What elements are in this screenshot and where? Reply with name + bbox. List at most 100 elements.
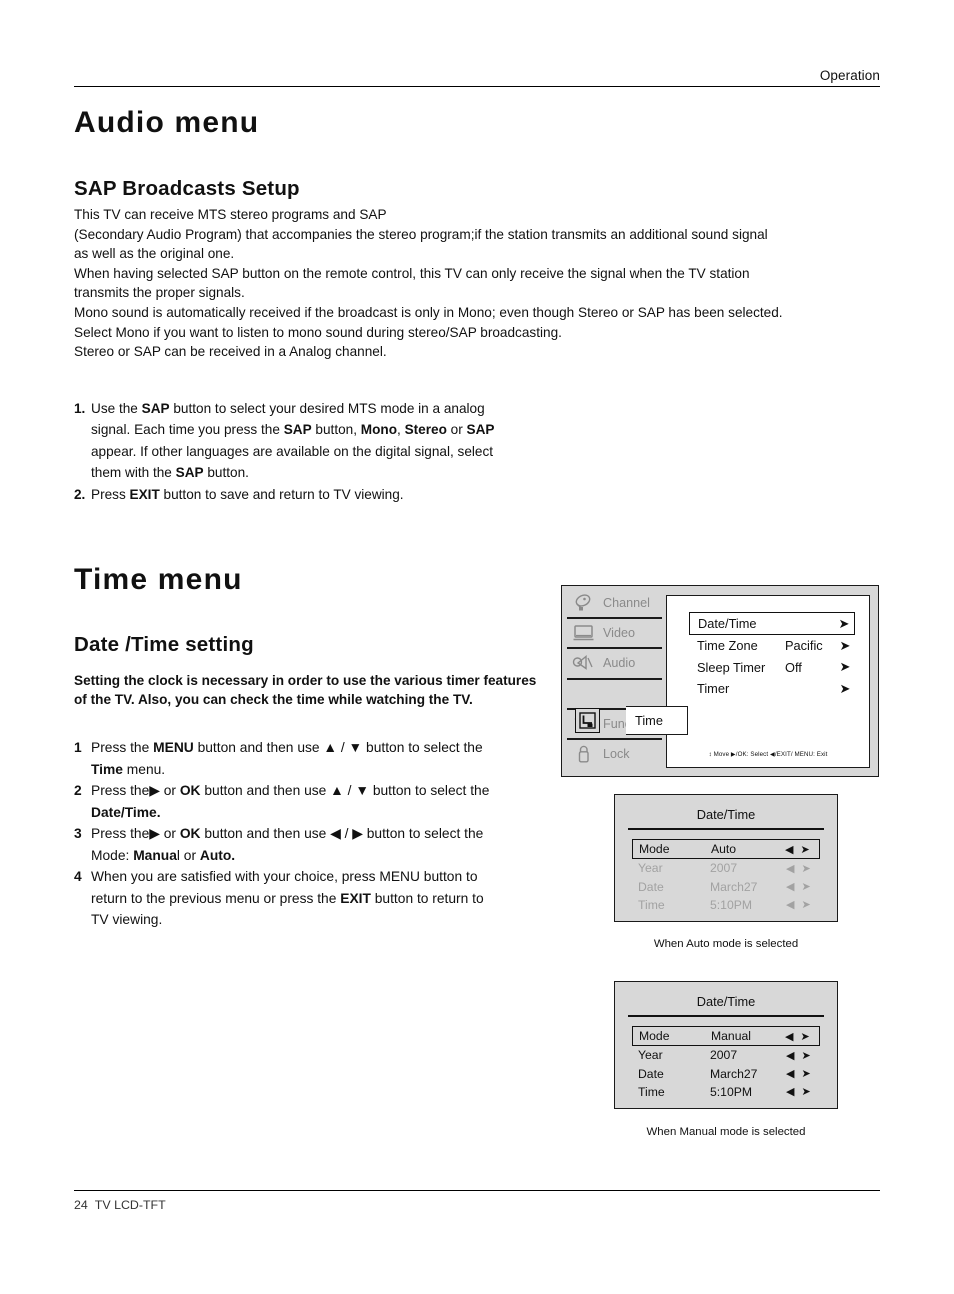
osd-datetime-row-value: 5:10PM: [710, 897, 753, 912]
osd-menu-row[interactable]: Sleep Timer Off ➤: [689, 657, 855, 679]
osd-manual-rows: Mode Manual ◀ ➤ Year 2007 ◀ ➤ Date March27 ◀ ➤ Ti…: [632, 1026, 820, 1101]
sidebar-item-label: Video: [603, 626, 635, 641]
osd-datetime-row-label: Mode: [639, 1029, 670, 1043]
left-right-arrows-icon[interactable]: ◀ ➤: [786, 898, 820, 911]
section-label: Operation: [819, 68, 880, 83]
time-menu-heading: Time menu: [74, 563, 243, 596]
header-divider: [74, 86, 880, 87]
osd-datetime-row-value: Auto: [711, 842, 737, 856]
osd-menu-row-value: Off: [785, 659, 802, 675]
chevron-right-icon: ➤: [839, 637, 851, 653]
step-text: Press the MENU button and then use ▲ / ▼…: [91, 740, 483, 777]
osd-datetime-row-label: Year: [638, 1048, 663, 1063]
page-number: 24: [74, 1198, 88, 1212]
list-item: 2 Press the▶ or OK button and then use ▲ …: [74, 780, 544, 823]
left-right-arrows-icon[interactable]: ◀ ➤: [786, 1085, 820, 1098]
monitor-icon: [571, 623, 597, 643]
audio-menu-heading: Audio menu: [74, 106, 260, 139]
sidebar-item-channel[interactable]: Channel: [562, 588, 667, 618]
sidebar-item-label: Channel: [603, 596, 650, 611]
osd-datetime-row: Year 2007 ◀ ➤: [632, 859, 820, 877]
left-right-arrows-icon[interactable]: ◀ ➤: [786, 1049, 820, 1062]
osd-menu-row-value: Pacific: [785, 638, 823, 654]
sidebar-item-label: Lock: [603, 747, 630, 762]
osd-sidebar: ChannelVideoAudioFunctionLock: [562, 586, 667, 776]
osd-hint-bar: ↕ Move ▶/OK: Select ◀/EXIT/ MENU: Exit: [708, 751, 828, 758]
sidebar-item-audio[interactable]: Audio: [562, 648, 667, 678]
sidebar-item-time-label: Time: [635, 713, 663, 728]
list-item: 1. Use the SAP button to select your desi…: [74, 398, 614, 484]
page-header: Operation: [74, 68, 880, 87]
osd-menu-row-label: Timer: [697, 681, 730, 697]
osd-datetime-row[interactable]: Date March27 ◀ ➤: [632, 1064, 820, 1082]
osd-manual-caption: When Manual mode is selected: [646, 1126, 806, 1138]
step-number: 3: [74, 826, 82, 841]
osd-menu-row-label: Date/Time: [698, 616, 757, 631]
osd-datetime-row-value: 5:10PM: [710, 1084, 753, 1099]
step-text: Press the▶ or OK button and then use ◀ /…: [91, 826, 484, 863]
osd-datetime-row-label: Date: [638, 879, 664, 894]
osd-datetime-row-label: Date: [638, 1066, 664, 1081]
chevron-right-icon: ➤: [839, 659, 851, 675]
osd-datetime-row-label: Time: [638, 897, 665, 912]
step-number: 2: [74, 783, 82, 798]
sap-steps-list: 1. Use the SAP button to select your desi…: [74, 398, 614, 505]
step-text: Use the SAP button to select your desire…: [91, 401, 495, 481]
sidebar-item-time[interactable]: Time: [626, 706, 688, 735]
sidebar-item-label: Audio: [603, 656, 636, 671]
sap-description-paragraph: This TV can receive MTS stereo programs …: [74, 207, 783, 360]
osd-time-rows: Date/Time ➤ Time Zone Pacific ➤ Sleep Timer Of…: [689, 612, 855, 700]
osd-menu-row-label: Time Zone: [697, 638, 758, 654]
osd-menu-row[interactable]: Timer ➤: [689, 678, 855, 700]
left-right-arrows-icon[interactable]: ◀ ➤: [785, 1030, 819, 1043]
osd-auto-title: Date/Time: [696, 807, 756, 822]
osd-main-menu[interactable]: ChannelVideoAudioFunctionLock Time Date/…: [561, 585, 879, 777]
osd-datetime-row-label: Mode: [639, 842, 670, 856]
time-intro-paragraph: Setting the clock is necessary in order …: [74, 673, 537, 707]
step-number: 4: [74, 869, 82, 884]
sidebar-item-video[interactable]: Video: [562, 618, 667, 648]
osd-datetime-row[interactable]: Mode Manual ◀ ➤: [632, 1026, 820, 1046]
step-number: 1.: [74, 401, 86, 416]
osd-manual-divider: [628, 1015, 824, 1017]
list-item: 4 When you are satisfied with your choice…: [74, 866, 544, 931]
osd-menu-row[interactable]: Time Zone Pacific ➤: [689, 635, 855, 657]
sap-broadcasts-heading: SAP Broadcasts Setup: [74, 177, 300, 200]
osd-manual-title: Date/Time: [696, 994, 756, 1009]
left-right-arrows-icon[interactable]: ◀ ➤: [786, 1067, 820, 1080]
list-item: 3 Press the▶ or OK button and then use ◀ …: [74, 823, 544, 866]
osd-datetime-row[interactable]: Time 5:10PM ◀ ➤: [632, 1083, 820, 1101]
sidebar-item-lock[interactable]: Lock: [562, 739, 667, 769]
satellite-dish-icon: [571, 593, 597, 613]
osd-datetime-row-value: 2007: [710, 1048, 738, 1063]
osd-datetime-row-value: Manual: [711, 1029, 751, 1043]
left-right-arrows-icon[interactable]: ◀ ➤: [786, 880, 820, 893]
page-footer: 24 TV LCD-TFT: [74, 1190, 880, 1212]
clock-timer-icon: [571, 684, 597, 704]
document-label: TV LCD-TFT: [94, 1198, 166, 1212]
footer-text: 24 TV LCD-TFT: [74, 1191, 880, 1212]
osd-datetime-row[interactable]: Mode Auto ◀ ➤: [632, 839, 820, 859]
sidebar-item-time[interactable]: [562, 679, 667, 709]
step-number: 2.: [74, 486, 86, 502]
osd-datetime-row[interactable]: Year 2007 ◀ ➤: [632, 1046, 820, 1064]
step-number: 1: [74, 740, 82, 755]
osd-auto-caption: When Auto mode is selected: [653, 938, 799, 950]
chevron-right-icon: ➤: [838, 615, 850, 631]
date-time-setting-heading: Date /Time setting: [74, 633, 254, 656]
osd-datetime-row-label: Year: [638, 861, 663, 876]
osd-date-time-auto[interactable]: Date/Time Mode Auto ◀ ➤ Year 2007 ◀ ➤ Date Marc…: [614, 794, 838, 922]
osd-datetime-row-value: 2007: [710, 861, 738, 876]
padlock-icon: [571, 744, 597, 764]
clock-timer-icon: [575, 708, 600, 733]
step-text: When you are satisfied with your choice,…: [91, 869, 484, 927]
step-text: Press the▶ or OK button and then use ▲ /…: [91, 783, 490, 820]
left-right-arrows-icon[interactable]: ◀ ➤: [785, 843, 819, 856]
osd-menu-row[interactable]: Date/Time ➤: [689, 612, 855, 635]
osd-datetime-row: Date March27 ◀ ➤: [632, 877, 820, 895]
list-item: 2. Press EXIT button to save and return t…: [74, 484, 614, 505]
step-text: Press EXIT button to save and return to …: [91, 486, 404, 502]
osd-datetime-row-value: March27: [710, 879, 758, 894]
left-right-arrows-icon[interactable]: ◀ ➤: [786, 862, 820, 875]
osd-date-time-manual[interactable]: Date/Time Mode Manual ◀ ➤ Year 2007 ◀ ➤ Date Ma…: [614, 981, 838, 1109]
